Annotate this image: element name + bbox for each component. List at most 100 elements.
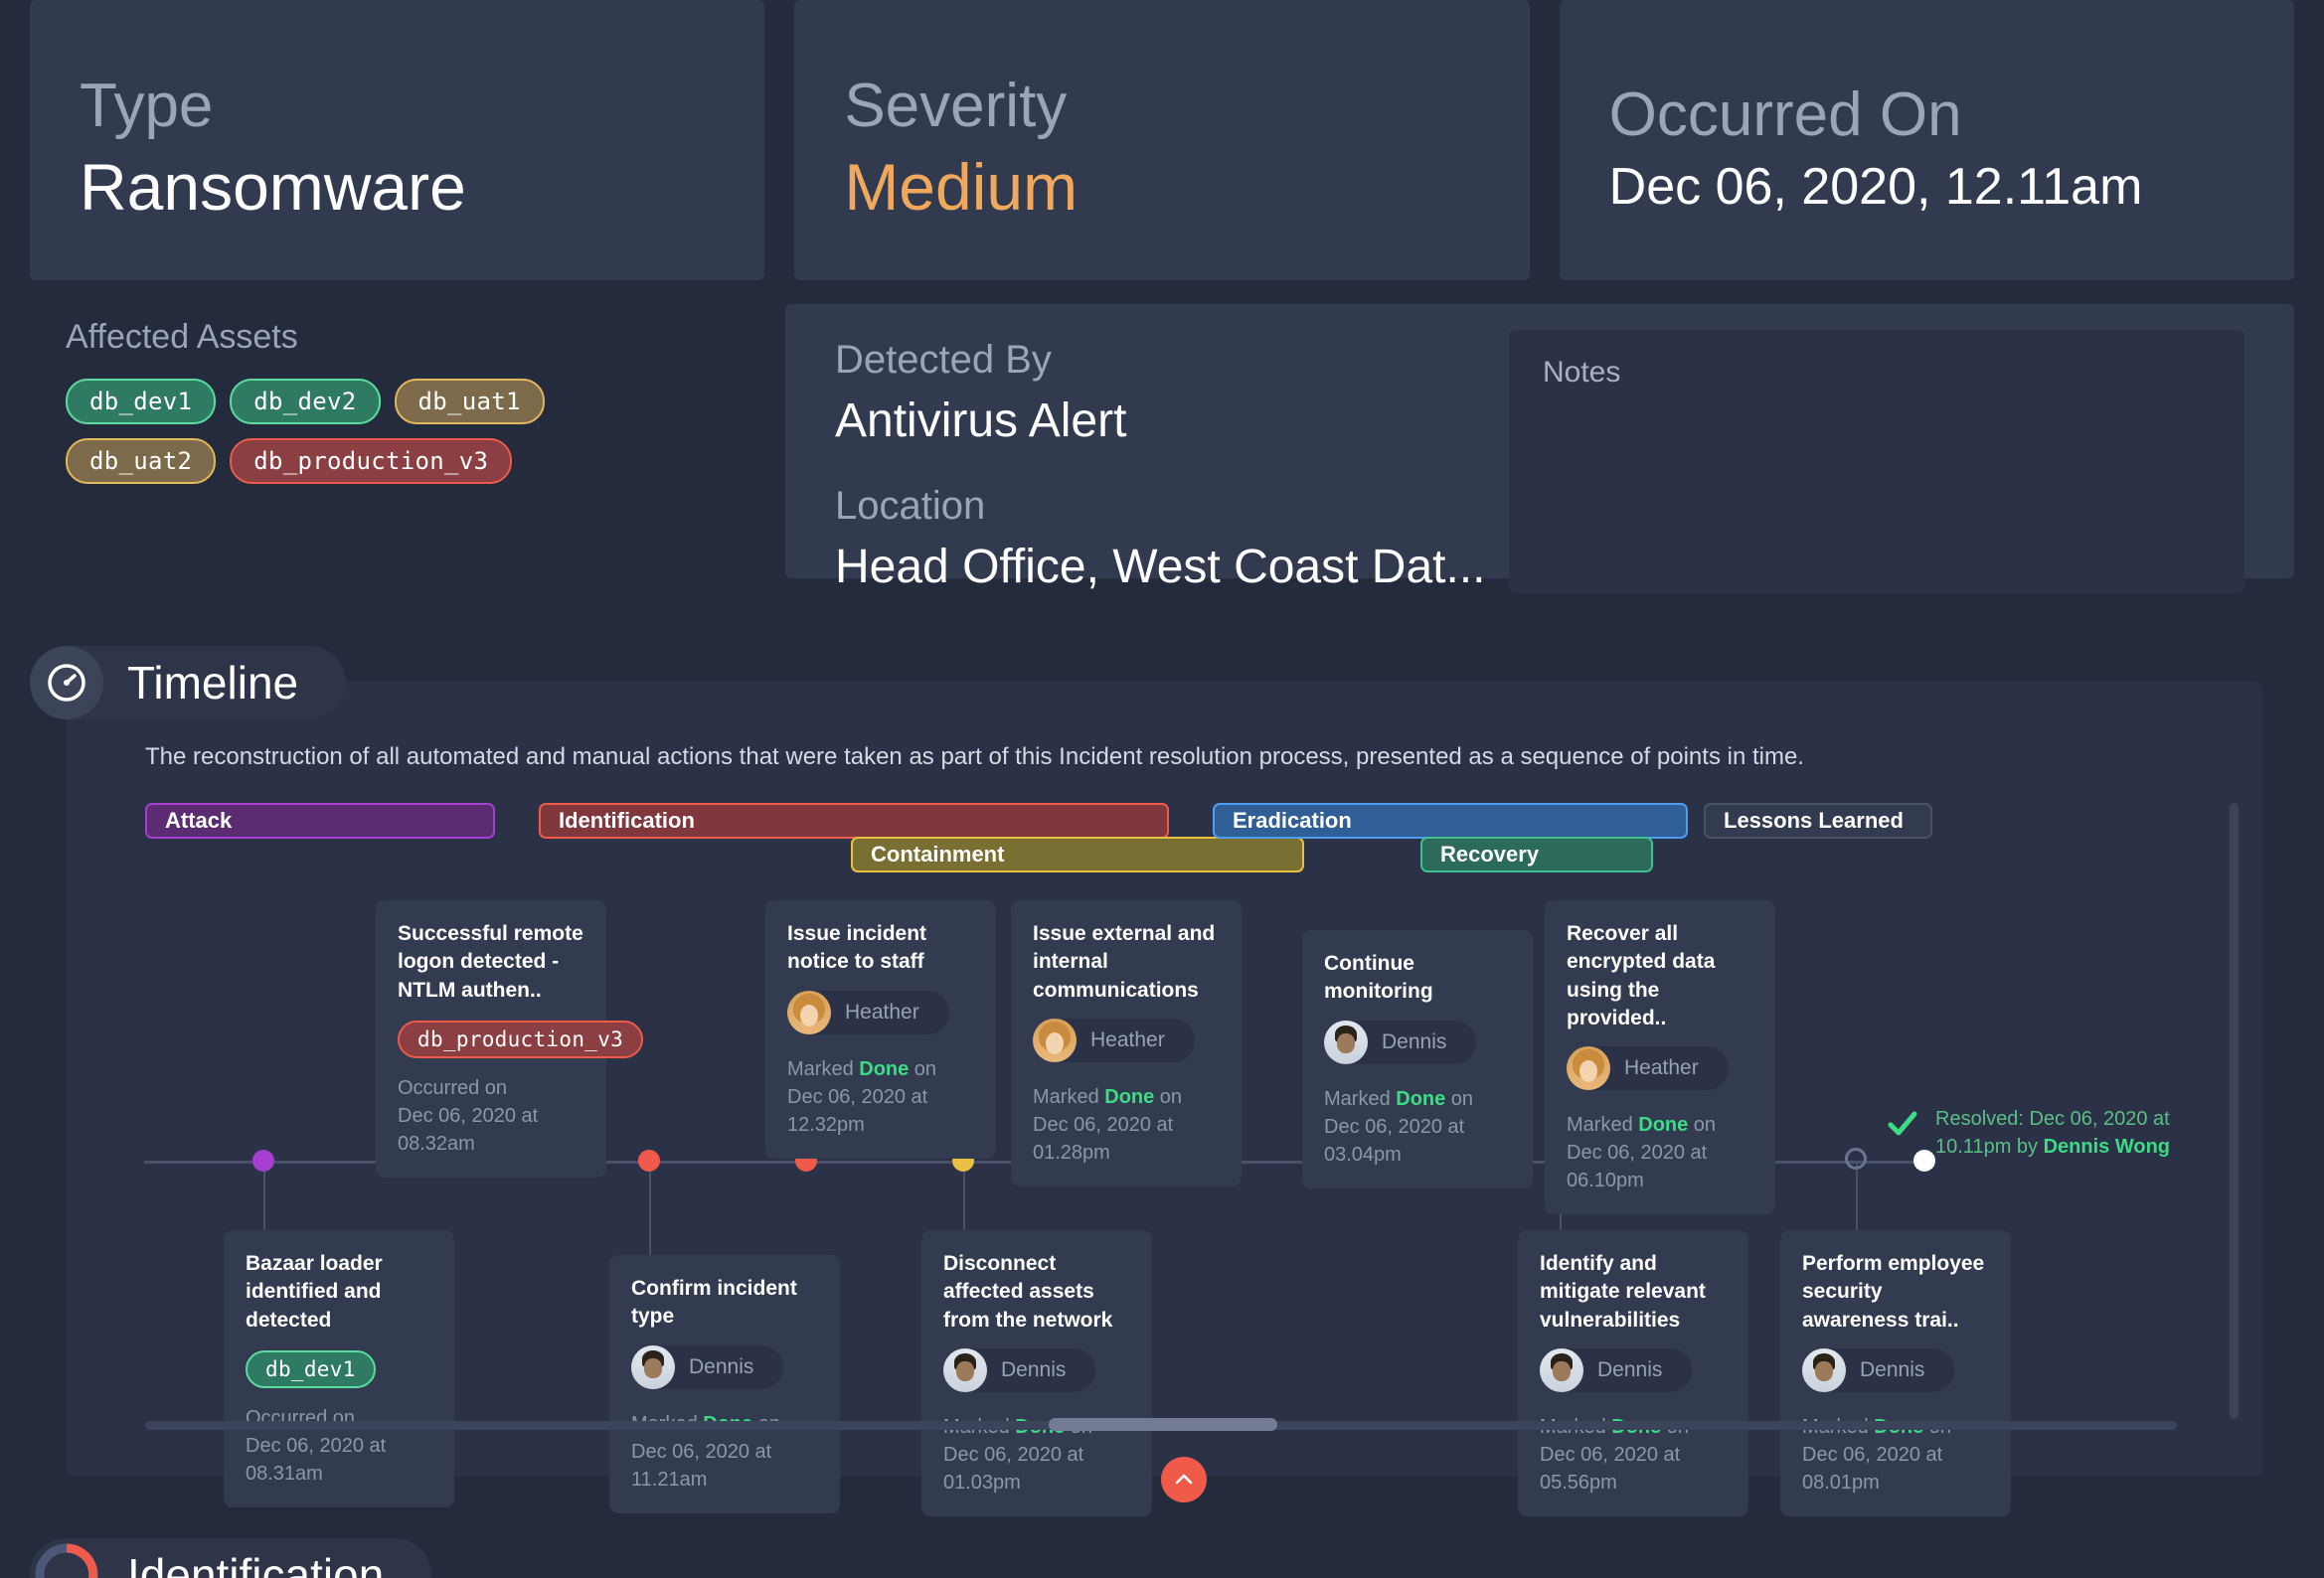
- detected-by-fields: Detected By Antivirus Alert Location Hea…: [835, 330, 1489, 622]
- timeline-card-title: Recover all encrypted data using the pro…: [1567, 922, 1716, 1030]
- timeline-card-assignee: Dennis: [1324, 1020, 1477, 1064]
- timeline-phase-bar[interactable]: Eradication: [1213, 803, 1688, 839]
- timeline-phase-bar[interactable]: Attack: [145, 803, 495, 839]
- timeline-event-card[interactable]: Perform employee security awareness trai…: [1780, 1230, 2011, 1517]
- asset-tag[interactable]: db_dev1: [66, 379, 217, 424]
- meta-prefix: Occurred on: [398, 1077, 508, 1100]
- timeline-event-dot[interactable]: [638, 1150, 660, 1172]
- assignee-name: Dennis: [1001, 1358, 1067, 1382]
- timeline-event-card[interactable]: Continue monitoring Dennis Marked Done on D…: [1302, 930, 1533, 1188]
- avatar: [1033, 1019, 1077, 1063]
- asset-tag[interactable]: db_production_v3: [230, 438, 513, 484]
- check-icon: [1888, 1111, 1917, 1136]
- resolved-status: Resolved: Dec 06, 2020 at 10.11pm by Den…: [1884, 1105, 2170, 1161]
- timeline-card-title: Continue monitoring: [1324, 952, 1433, 1004]
- assignee-name: Heather: [845, 1000, 919, 1024]
- timeline-stem: [649, 1161, 651, 1255]
- timeline-event-card[interactable]: Disconnect affected assets from the netw…: [921, 1230, 1152, 1517]
- timeline-card-meta: Marked Done on Dec 06, 2020 at 06.10pm: [1567, 1111, 1753, 1194]
- detected-by-value: Antivirus Alert: [835, 394, 1127, 447]
- notes-label: Notes: [1543, 356, 1621, 389]
- timeline-event-card[interactable]: Successful remote logon detected - NTLM …: [376, 900, 644, 1179]
- resolved-text: Resolved: Dec 06, 2020 at 10.11pm by Den…: [1935, 1105, 2170, 1161]
- asset-tag[interactable]: db_dev2: [230, 379, 381, 424]
- avatar: [1540, 1348, 1583, 1393]
- assets-detected-row: Affected Assets db_dev1 db_dev2 db_uat1 db_…: [0, 280, 2324, 593]
- meta-status: Done: [1396, 1087, 1446, 1110]
- summary-card-severity: Severity Medium: [794, 0, 1530, 280]
- type-value: Ransomware: [80, 150, 466, 225]
- timeline-card-assignee: Heather: [1033, 1019, 1195, 1063]
- avatar: [1324, 1020, 1368, 1064]
- timeline-phase-bars: Attack Identification Containment Eradicati…: [145, 803, 2163, 880]
- timeline-event-card[interactable]: Issue external and internal communicatio…: [1011, 900, 1242, 1187]
- timeline-stem: [1856, 1161, 1858, 1230]
- timeline-phase-bar[interactable]: Identification: [539, 803, 1169, 839]
- occurred-on-value: Dec 06, 2020, 12.11am: [1608, 158, 2143, 217]
- severity-value: Medium: [844, 150, 1079, 225]
- timeline-card-title: Disconnect affected assets from the netw…: [943, 1252, 1113, 1332]
- timeline-event-card[interactable]: Issue incident notice to staff Heather Mar…: [765, 900, 996, 1159]
- identification-section-header: Identification: [30, 1538, 432, 1578]
- avatar: [1802, 1348, 1846, 1393]
- detected-by-label: Detected By: [835, 338, 1052, 382]
- timeline-card-assignee: Dennis: [1802, 1348, 1955, 1393]
- timeline-card-assignee: Heather: [1567, 1046, 1729, 1091]
- asset-tag[interactable]: db_uat2: [66, 438, 217, 484]
- meta-prefix: Marked: [787, 1057, 860, 1080]
- meta-date: Dec 06, 2020 at 06.10pm: [1567, 1142, 1708, 1192]
- assignee-name: Heather: [1090, 1028, 1165, 1052]
- timeline-section-header: Timeline: [30, 646, 347, 719]
- timeline-card-assignee: Dennis: [1540, 1348, 1693, 1393]
- meta-suffix: on: [1688, 1114, 1717, 1137]
- meta-suffix: on: [909, 1057, 937, 1080]
- timeline-card-meta: Marked Done on Dec 06, 2020 at 12.32pm: [787, 1055, 974, 1139]
- timeline-phase-bar[interactable]: Containment: [851, 837, 1304, 872]
- location-value: Head Office, West Coast Dat...: [835, 540, 1486, 593]
- summary-cards-row: Type Ransomware Severity Medium Occurred…: [0, 0, 2324, 280]
- summary-card-type: Type Ransomware: [30, 0, 765, 280]
- meta-date: Dec 06, 2020 at 01.28pm: [1033, 1114, 1174, 1165]
- meta-status: Done: [859, 1057, 910, 1080]
- detected-by-panel: Detected By Antivirus Alert Location Hea…: [785, 304, 2294, 593]
- assignee-name: Dennis: [1597, 1358, 1663, 1382]
- timeline-event-card[interactable]: Identify and mitigate relevant vulnerabi…: [1518, 1230, 1748, 1517]
- meta-status: Done: [1104, 1086, 1155, 1109]
- location-label: Location: [835, 483, 986, 528]
- timeline-event-card[interactable]: Confirm incident typeDennisMarked Done o…: [609, 1255, 840, 1513]
- assignee-name: Dennis: [1382, 1029, 1447, 1053]
- type-label: Type: [80, 72, 214, 141]
- timeline-title: Timeline: [127, 657, 299, 709]
- meta-prefix: Marked: [1324, 1087, 1397, 1110]
- timeline-event-card[interactable]: Bazaar loader identified and detected db_…: [224, 1230, 454, 1508]
- occurred-on-label: Occurred On: [1608, 79, 1962, 149]
- assignee-name: Heather: [1624, 1056, 1699, 1080]
- avatar: [631, 1344, 675, 1389]
- timeline-card-asset-tag[interactable]: db_dev1: [246, 1350, 376, 1389]
- meta-date: Dec 06, 2020 at 11.21am: [631, 1440, 772, 1491]
- timeline-card-title: Identify and mitigate relevant vulnerabi…: [1540, 1252, 1706, 1332]
- timeline-event-dot[interactable]: [252, 1150, 274, 1172]
- meta-suffix: on: [1445, 1087, 1474, 1110]
- timeline-phase-bar[interactable]: Lessons Learned: [1704, 803, 1932, 839]
- asset-tag[interactable]: db_uat1: [394, 379, 545, 424]
- timeline-card-meta: Marked Done on Dec 06, 2020 at 01.28pm: [1033, 1083, 1220, 1167]
- notes-box[interactable]: Notes: [1509, 330, 2244, 593]
- timeline-card-asset-tag[interactable]: db_production_v3: [398, 1021, 644, 1059]
- affected-assets-title: Affected Assets: [66, 318, 298, 356]
- avatar: [1567, 1046, 1610, 1091]
- timeline-event-dot[interactable]: [1845, 1148, 1867, 1170]
- meta-date: Dec 06, 2020 at 08.32am: [398, 1105, 539, 1156]
- identification-title: Identification: [127, 1549, 385, 1578]
- timeline-card-title: Successful remote logon detected - NTLM …: [398, 922, 583, 1002]
- timeline-card-title: Issue incident notice to staff: [787, 922, 927, 974]
- timeline-card-title: Bazaar loader identified and detected: [246, 1252, 383, 1332]
- timeline-card-title: Confirm incident type: [631, 1277, 797, 1329]
- horizontal-scrollbar-thumb[interactable]: [1049, 1418, 1277, 1431]
- timeline-description: The reconstruction of all automated and …: [145, 743, 1804, 770]
- resolved-line2-prefix: 10.11pm by: [1935, 1136, 2044, 1158]
- timeline-phase-bar[interactable]: Recovery: [1420, 837, 1653, 872]
- timeline-event-card[interactable]: Recover all encrypted data using the pro…: [1545, 900, 1775, 1215]
- meta-status: Done: [1638, 1114, 1689, 1137]
- vertical-scrollbar-track[interactable]: [2230, 803, 2239, 1419]
